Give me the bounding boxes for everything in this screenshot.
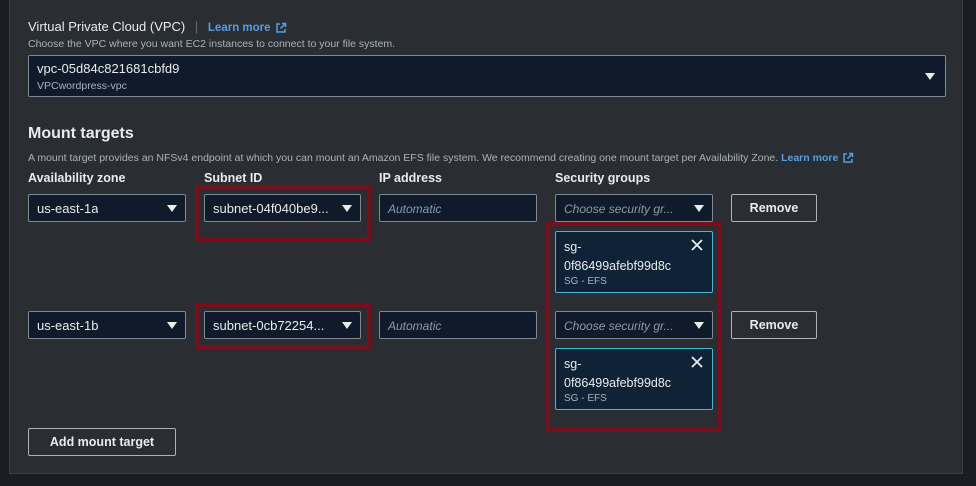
efs-network-panel: Virtual Private Cloud (VPC) | Learn more… [9,0,963,474]
az-select-row-2[interactable]: us-east-1b [28,311,186,339]
vpc-description: Choose the VPC where you want EC2 instan… [28,38,396,50]
ip-address-input-row-1[interactable]: Automatic [379,194,537,222]
subnet-highlight-row-2 [195,303,371,349]
col-security-groups: Security groups [555,171,651,185]
mount-targets-description: A mount target provides an NFSv4 endpoin… [28,152,779,164]
add-mount-target-button[interactable]: Add mount target [28,428,176,456]
mount-targets-title: Mount targets [28,125,134,142]
vpc-select[interactable]: vpc-05d84c821681cbfd9 VPCwordpress-vpc [28,55,946,97]
vpc-header: Virtual Private Cloud (VPC) | Learn more [28,19,287,34]
external-link-icon [275,22,286,33]
az-value: us-east-1a [37,201,99,216]
mount-targets-description-row: A mount target provides an NFSv4 endpoin… [28,152,854,164]
vpc-selected-name: VPCwordpress-vpc [37,80,127,92]
remove-button-row-2[interactable]: Remove [731,311,817,339]
mount-targets-learn-more-text: Learn more [781,152,839,164]
vpc-label: Virtual Private Cloud (VPC) [28,19,186,34]
vpc-learn-more-link[interactable]: Learn more [208,22,287,34]
security-groups-placeholder: Choose security gr... [564,202,674,216]
mount-targets-learn-more-link[interactable]: Learn more [781,152,854,164]
remove-button-row-1[interactable]: Remove [731,194,817,222]
vpc-learn-more-text: Learn more [207,22,271,34]
az-value: us-east-1b [37,318,99,333]
caret-down-icon [694,205,704,212]
ip-address-input-row-2[interactable]: Automatic [379,311,537,339]
security-groups-select-row-1[interactable]: Choose security gr... [555,194,713,222]
az-select-row-1[interactable]: us-east-1a [28,194,186,222]
caret-down-icon [167,322,177,329]
subnet-highlight-row-1 [195,185,371,241]
caret-down-icon [167,205,177,212]
col-subnet-id: Subnet ID [204,171,263,185]
col-ip-address: IP address [379,171,443,185]
vpc-selected-id: vpc-05d84c821681cbfd9 [37,61,180,76]
col-availability-zone: Availability zone [28,171,126,185]
security-groups-highlight [546,222,722,432]
external-link-icon [843,152,854,163]
caret-down-icon [925,73,935,80]
